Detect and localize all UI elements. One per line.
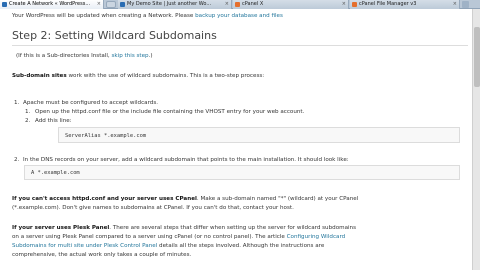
page-title: Step 2: Setting Wildcard Subdomains bbox=[12, 29, 217, 42]
skip-step-link[interactable]: skip this step bbox=[111, 53, 148, 59]
plesk-subdomains-link[interactable]: Subdomains for multi site under Plesk Co… bbox=[12, 243, 157, 249]
close-tab-icon[interactable]: × bbox=[97, 0, 101, 9]
window-menu-icon[interactable] bbox=[462, 1, 469, 8]
wordpress-favicon-icon bbox=[2, 2, 7, 7]
sub1-text-a: Open up the bbox=[35, 109, 70, 115]
subdir-note: (If this is a Sub-directories Install, s… bbox=[16, 52, 153, 60]
intro-text: Your WordPress will be updated when crea… bbox=[12, 12, 283, 20]
sub1-text: Open up the httpd.conf file or the inclu… bbox=[35, 108, 304, 116]
dns-record-code: A *.example.com bbox=[31, 170, 80, 176]
new-tab-button[interactable] bbox=[106, 1, 116, 8]
plesk-note-line4: comprehensive, the actual work only take… bbox=[12, 252, 192, 258]
subdomain-intro: Sub-domain sites work with the use of wi… bbox=[12, 72, 264, 80]
server-alias-code-block: ServerAlias *.example.com bbox=[58, 127, 460, 143]
httpd-conf-text: httpd.conf bbox=[71, 109, 101, 115]
sub1-number: 1. bbox=[25, 109, 31, 115]
subdomain-rest: work with the use of wildcard subdomains… bbox=[68, 73, 265, 79]
cpanel-note-rest: . Make a sub-domain named "*" (wildcard)… bbox=[196, 196, 359, 202]
backup-link[interactable]: backup your database and files bbox=[195, 13, 283, 19]
wordpress-favicon-icon bbox=[120, 2, 125, 7]
step2-text: In the DNS records on your server, add a… bbox=[23, 157, 349, 163]
intro-text-label: Your WordPress will be updated when crea… bbox=[12, 13, 194, 19]
tab-cpanel-file-manager[interactable]: cPanel File Manager v3 × bbox=[350, 0, 460, 9]
tab-my-demo-site[interactable]: My Demo Site | Just another Wo... × bbox=[118, 0, 232, 9]
scrollbar-thumb[interactable] bbox=[474, 27, 480, 87]
configuring-wildcard-link[interactable]: Configuring Wildcard bbox=[287, 234, 346, 240]
plesk-note-rest: . There are several steps that differ wh… bbox=[109, 225, 357, 231]
subdir-note-text: (If this is a Sub-directories Install, bbox=[16, 53, 110, 59]
cpanel-favicon-icon bbox=[352, 2, 357, 7]
browser-tab-bar: Create A Network « WordPress... × My Dem… bbox=[0, 0, 480, 9]
subdomain-bold: Sub-domain sites bbox=[12, 73, 67, 79]
sub2-number: 2. bbox=[25, 118, 31, 124]
plesk-note-line3: Subdomains for multi site under Plesk Co… bbox=[12, 242, 324, 250]
cpanel-note-line2: (*.example.com). Don't give names to sub… bbox=[12, 205, 294, 211]
plesk-note-bold: If your server uses Plesk Panel bbox=[12, 225, 110, 231]
vertical-scrollbar[interactable] bbox=[472, 9, 480, 270]
heading-divider bbox=[12, 45, 468, 46]
step2-number: 2. bbox=[14, 157, 20, 163]
sub1-text-b: file or the include file containing the … bbox=[102, 109, 305, 115]
sub2-text: Add this line: bbox=[35, 118, 72, 124]
plesk-note-line2: on a server using Plesk Panel compared t… bbox=[12, 233, 345, 241]
plesk-note-line2-text: on a server using Plesk Panel compared t… bbox=[12, 234, 285, 240]
tab-label: Create A Network « WordPress... bbox=[9, 1, 91, 7]
tab-label: cPanel File Manager v3 bbox=[359, 1, 417, 7]
tab-label: cPanel X bbox=[242, 1, 264, 7]
tab-label: My Demo Site | Just another Wo... bbox=[127, 1, 212, 7]
subdir-note-end: .) bbox=[148, 53, 153, 59]
plesk-note-line3-text: details all the steps involved. Although… bbox=[159, 243, 325, 249]
close-tab-icon[interactable]: × bbox=[225, 0, 229, 9]
tab-create-network[interactable]: Create A Network « WordPress... × bbox=[0, 0, 104, 9]
server-alias-code: ServerAlias *.example.com bbox=[65, 133, 147, 139]
dns-record-code-block: A *.example.com bbox=[24, 165, 460, 180]
tab-cpanel[interactable]: cPanel X × bbox=[233, 0, 349, 9]
cpanel-note-bold: If you can't access httpd.conf and your … bbox=[12, 196, 197, 202]
plesk-note-line1: If your server uses Plesk Panel. There a… bbox=[12, 224, 356, 232]
step1-number: 1. bbox=[14, 100, 20, 106]
step1-text: Apache must be configured to accept wild… bbox=[23, 100, 159, 106]
cpanel-note-line1: If you can't access httpd.conf and your … bbox=[12, 195, 358, 203]
close-tab-icon[interactable]: × bbox=[342, 0, 346, 9]
close-tab-icon[interactable]: × bbox=[453, 0, 457, 9]
cpanel-favicon-icon bbox=[235, 2, 240, 7]
